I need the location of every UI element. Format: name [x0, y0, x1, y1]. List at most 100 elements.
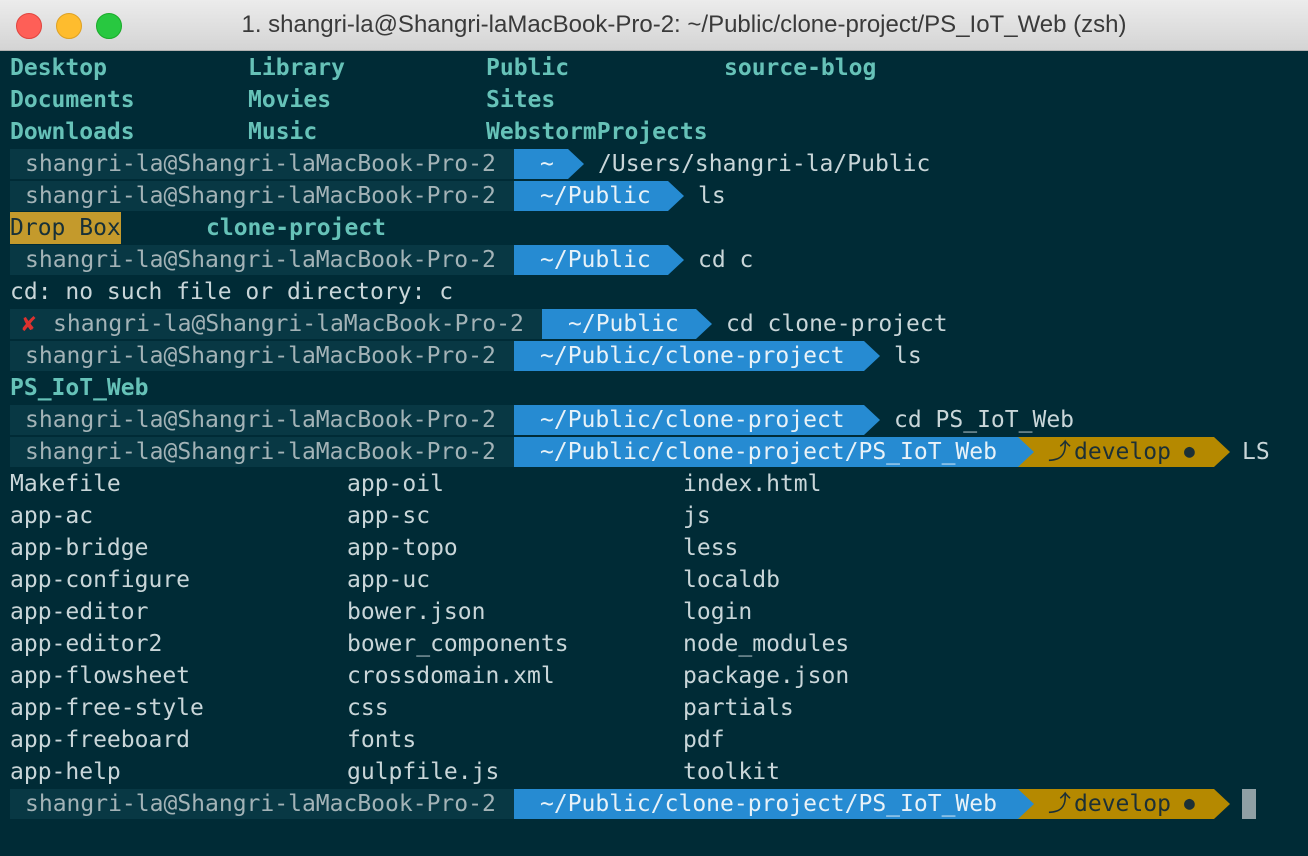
dir-entry: Downloads [10, 119, 135, 145]
prompt-git-segment: ⤴ develop ● [1018, 789, 1214, 819]
title-bar: 1. shangri-la@Shangri-laMacBook-Pro-2: ~… [0, 0, 1308, 51]
listing-row: Makefile app-oil index.html [10, 468, 821, 500]
prompt-separator [696, 309, 712, 339]
file-entry: app-editor [10, 599, 149, 625]
file-entry: app-bridge [10, 535, 149, 561]
command-text: /Users/shangri-la/Public [598, 151, 931, 177]
command-text: ls [894, 343, 922, 369]
listing-row: Drop Box clone-project [10, 212, 386, 244]
file-entry: app-oil [347, 471, 444, 497]
prompt-separator [668, 245, 684, 275]
dir-entry: Desktop [10, 55, 107, 81]
file-entry: partials [683, 695, 794, 721]
git-branch-icon: ⤴ [1048, 439, 1071, 465]
prompt-line: shangri-la@Shangri-laMacBook-Pro-2 ~/Pub… [10, 180, 1300, 212]
file-entry: Makefile [10, 471, 121, 497]
prompt-separator [568, 149, 584, 179]
listing-row: app-freeboard fonts pdf [10, 724, 725, 756]
file-entry: localdb [683, 567, 780, 593]
file-entry: crossdomain.xml [347, 663, 555, 689]
file-entry: gulpfile.js [347, 759, 500, 785]
file-entry: app-sc [347, 503, 431, 529]
dir-entry: source-blog [724, 55, 877, 81]
prompt-user-segment: shangri-la@Shangri-laMacBook-Pro-2 [10, 341, 514, 371]
prompt-path-segment: ~/Public/clone-project/PS_IoT_Web [514, 437, 1018, 467]
listing-row: app-free-style css partials [10, 692, 794, 724]
prompt-line: shangri-la@Shangri-laMacBook-Pro-2 ~ /Us… [10, 148, 1300, 180]
command-text: cd clone-project [726, 311, 948, 337]
file-entry: bower_components [347, 631, 569, 657]
prompt-separator [1214, 789, 1230, 819]
prompt-path-segment: ~/Public [514, 245, 668, 275]
command-text: ls [698, 183, 726, 209]
prompt-path-segment: ~/Public/clone-project [514, 405, 864, 435]
prompt-separator [864, 341, 880, 371]
listing-row: app-bridge app-topo less [10, 532, 738, 564]
file-entry: node_modules [683, 631, 850, 657]
window-title: 1. shangri-la@Shangri-laMacBook-Pro-2: ~… [241, 11, 1127, 38]
dir-entry: Sites [486, 87, 556, 113]
file-entry: app-flowsheet [10, 663, 191, 689]
prompt-path-segment: ~/Public/clone-project/PS_IoT_Web [514, 789, 1018, 819]
dir-entry: clone-project [206, 215, 387, 241]
prompt-user-segment: shangri-la@Shangri-laMacBook-Pro-2 [10, 405, 514, 435]
file-entry: pdf [683, 727, 725, 753]
text-cursor[interactable] [1242, 789, 1256, 819]
file-entry: css [347, 695, 389, 721]
file-entry: app-editor2 [10, 631, 163, 657]
git-dirty-indicator: ● [1184, 793, 1195, 814]
listing-row: app-editor2 bower_components node_module… [10, 628, 849, 660]
terminal-output[interactable]: Desktop Library Public source-blog Docum… [0, 52, 1308, 856]
prompt-path-segment: ~/Public/clone-project [514, 341, 864, 371]
command-text: cd PS_IoT_Web [894, 407, 1075, 433]
listing-row: app-help gulpfile.js toolkit [10, 756, 780, 788]
listing-row: Desktop Library Public source-blog [10, 52, 876, 84]
prompt-user-segment: ✘ shangri-la@Shangri-laMacBook-Pro-2 [10, 309, 542, 339]
prompt-user-segment: shangri-la@Shangri-laMacBook-Pro-2 [10, 437, 514, 467]
prompt-line: ✘ shangri-la@Shangri-laMacBook-Pro-2 ~/Pu… [10, 308, 1300, 340]
prompt-git-segment: ⤴ develop ● [1018, 437, 1214, 467]
git-branch-name: develop [1074, 791, 1171, 817]
prompt-separator [1018, 789, 1034, 819]
dir-entry: Music [248, 119, 318, 145]
prompt-separator [1214, 437, 1230, 467]
prompt-separator [1018, 437, 1034, 467]
dir-entry: Movies [248, 87, 332, 113]
prompt-line: shangri-la@Shangri-laMacBook-Pro-2 ~/Pub… [10, 244, 1300, 276]
file-entry: login [683, 599, 753, 625]
dir-entry: Documents [10, 87, 135, 113]
dir-entry-highlighted: Drop Box [10, 212, 121, 244]
prompt-path-segment: ~/Public [514, 181, 668, 211]
prompt-line: shangri-la@Shangri-laMacBook-Pro-2 ~/Pub… [10, 436, 1300, 468]
file-entry: package.json [683, 663, 850, 689]
dir-entry: Public [486, 55, 570, 81]
error-status-icon: ✘ [22, 311, 36, 337]
prompt-path-segment: ~/Public [542, 309, 696, 339]
dir-entry: Library [248, 55, 345, 81]
listing-row: app-ac app-sc js [10, 500, 711, 532]
error-message: cd: no such file or directory: c [10, 279, 454, 305]
file-entry: index.html [683, 471, 822, 497]
prompt-user-segment: shangri-la@Shangri-laMacBook-Pro-2 [10, 245, 514, 275]
file-entry: app-uc [347, 567, 431, 593]
command-text: cd c [698, 247, 754, 273]
listing-row: Documents Movies Sites [10, 84, 555, 116]
file-entry: bower.json [347, 599, 486, 625]
file-entry: js [683, 503, 711, 529]
prompt-line: shangri-la@Shangri-laMacBook-Pro-2 ~/Pub… [10, 340, 1300, 372]
listing-row: app-flowsheet crossdomain.xml package.js… [10, 660, 849, 692]
prompt-user-segment: shangri-la@Shangri-laMacBook-Pro-2 [10, 149, 514, 179]
file-entry: app-ac [10, 503, 94, 529]
prompt-separator [668, 181, 684, 211]
git-branch-name: develop [1074, 439, 1171, 465]
listing-row: app-editor bower.json login [10, 596, 752, 628]
file-entry: fonts [347, 727, 417, 753]
command-text: LS [1242, 439, 1270, 465]
file-entry: app-free-style [10, 695, 204, 721]
file-entry: less [683, 535, 739, 561]
listing-row: app-configure app-uc localdb [10, 564, 780, 596]
terminal-window: 1. shangri-la@Shangri-laMacBook-Pro-2: ~… [0, 0, 1308, 856]
listing-row: Downloads Music WebstormProjects [10, 116, 708, 148]
prompt-path-segment: ~ [514, 149, 568, 179]
prompt-user-label: shangri-la@Shangri-laMacBook-Pro-2 [53, 311, 524, 337]
